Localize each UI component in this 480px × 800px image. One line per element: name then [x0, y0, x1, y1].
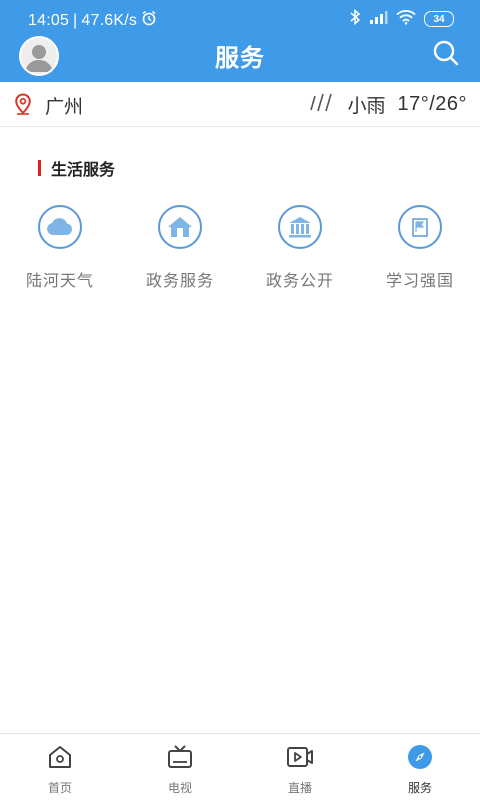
- nav-item-home[interactable]: 首页: [0, 734, 120, 800]
- nav-item-live[interactable]: 直播: [240, 734, 360, 800]
- nav-label: 首页: [47, 781, 72, 795]
- service-weather[interactable]: 陆河天气: [0, 205, 120, 291]
- service-government[interactable]: 政务服务: [120, 205, 240, 291]
- house-icon: [158, 205, 202, 249]
- location-weather-row: 广州 小雨 17°/26°: [0, 82, 480, 127]
- rain-icon: [309, 92, 335, 117]
- section-title: 生活服务: [51, 160, 116, 179]
- bottom-nav: 首页 电视 直播 服务: [0, 733, 480, 800]
- service-label: 政务公开: [265, 271, 334, 290]
- nav-item-tv[interactable]: 电视: [120, 734, 240, 800]
- compass-icon: [406, 744, 434, 770]
- wifi-icon: [396, 9, 416, 29]
- service-label: 学习强国: [385, 271, 454, 290]
- nav-label: 服务: [407, 781, 432, 795]
- weather-text: 小雨: [347, 95, 386, 117]
- tv-icon: [166, 744, 194, 770]
- signal-icon: [368, 9, 388, 29]
- nav-item-service[interactable]: 服务: [360, 734, 480, 800]
- service-label: 政务服务: [145, 271, 214, 290]
- home-icon: [46, 744, 74, 770]
- alarm-icon: [141, 10, 157, 31]
- top-bar: 14:05 | 47.6K/s 34 服务: [0, 0, 480, 82]
- service-public-info[interactable]: 政务公开: [240, 205, 360, 291]
- status-time: 14:05: [28, 11, 70, 29]
- search-button[interactable]: [432, 39, 460, 67]
- video-icon: [286, 744, 314, 770]
- status-divider: |: [73, 11, 78, 29]
- service-study[interactable]: 学习强国: [360, 205, 480, 291]
- bluetooth-icon: [350, 8, 361, 29]
- weather-info[interactable]: 小雨 17°/26°: [309, 91, 467, 118]
- temperature: 17°/26°: [397, 93, 467, 115]
- service-grid: 陆河天气 政务服务 政务公开 学习强国: [0, 205, 480, 291]
- search-icon: [433, 40, 459, 66]
- status-speed: 47.6K/s: [81, 11, 138, 29]
- status-left: 14:05 | 47.6K/s: [28, 10, 157, 31]
- location-pin-icon[interactable]: [14, 93, 32, 115]
- page-title: 服务: [215, 44, 265, 72]
- header: 服务: [0, 34, 480, 82]
- city-name[interactable]: 广州: [45, 92, 83, 119]
- section-header: 生活服务: [38, 156, 115, 180]
- cloud-icon: [38, 205, 82, 249]
- service-label: 陆河天气: [25, 271, 94, 290]
- section-marker: [38, 160, 41, 176]
- bank-icon: [278, 205, 322, 249]
- flag-book-icon: [398, 205, 442, 249]
- nav-label: 电视: [167, 781, 192, 795]
- nav-label: 直播: [287, 781, 312, 795]
- status-right: 34: [350, 8, 454, 29]
- battery-indicator: 34: [424, 11, 454, 27]
